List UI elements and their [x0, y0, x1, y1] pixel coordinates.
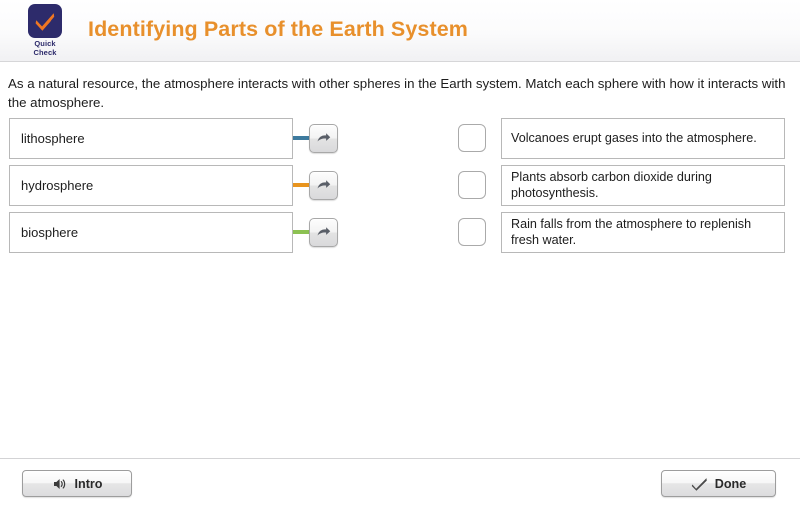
source-item-biosphere[interactable]: biosphere: [9, 212, 293, 253]
match-row: lithosphere Volcanoes erupt gases into t…: [0, 118, 800, 165]
app-header: Quick Check Identifying Parts of the Ear…: [0, 0, 800, 62]
source-item-label: hydrosphere: [21, 178, 94, 193]
connector-line-hydrosphere: [293, 183, 310, 187]
target-item-text: Plants absorb carbon dioxide during phot…: [511, 170, 712, 200]
page-title: Identifying Parts of the Earth System: [88, 17, 469, 41]
check-icon: [691, 477, 707, 491]
source-item-hydrosphere[interactable]: hydrosphere: [9, 165, 293, 206]
target-item-3[interactable]: Rain falls from the atmosphere to replen…: [501, 212, 785, 253]
quick-check-logo: Quick Check: [21, 4, 69, 57]
drop-target-3[interactable]: [458, 218, 486, 246]
arrow-right-icon: [317, 227, 331, 236]
speaker-icon: [53, 478, 65, 489]
logo-caption-line2: Check: [33, 48, 57, 57]
source-item-label: biosphere: [21, 225, 79, 240]
drag-arrow-button-lithosphere[interactable]: [309, 124, 338, 153]
target-item-text: Volcanoes erupt gases into the atmospher…: [511, 130, 757, 145]
match-row: hydrosphere Plants absorb carbon dioxide…: [0, 165, 800, 212]
match-row: biosphere Rain falls from the atmosphere…: [0, 212, 800, 259]
arrow-right-icon: [317, 133, 331, 142]
check-icon: [35, 13, 55, 31]
matching-exercise: lithosphere Volcanoes erupt gases into t…: [0, 118, 800, 259]
connector-line-biosphere: [293, 230, 310, 234]
drop-target-2[interactable]: [458, 171, 486, 199]
done-button-label: Done: [714, 476, 747, 491]
source-item-lithosphere[interactable]: lithosphere: [9, 118, 293, 159]
target-item-text: Rain falls from the atmosphere to replen…: [511, 217, 752, 247]
connector-line-lithosphere: [293, 136, 310, 140]
logo-tile: [28, 4, 62, 38]
logo-caption-line1: Quick: [34, 39, 56, 48]
drop-target-1[interactable]: [458, 124, 486, 152]
instruction-text: As a natural resource, the atmosphere in…: [8, 76, 786, 110]
intro-button[interactable]: Intro: [22, 470, 132, 497]
done-button[interactable]: Done: [661, 470, 776, 497]
intro-button-label: Intro: [74, 476, 103, 491]
footer-divider: [0, 458, 800, 459]
source-item-label: lithosphere: [21, 131, 85, 146]
drag-arrow-button-biosphere[interactable]: [309, 218, 338, 247]
arrow-right-icon: [317, 180, 331, 189]
drag-arrow-button-hydrosphere[interactable]: [309, 171, 338, 200]
target-item-1[interactable]: Volcanoes erupt gases into the atmospher…: [501, 118, 785, 159]
logo-caption: Quick Check: [21, 39, 69, 57]
target-item-2[interactable]: Plants absorb carbon dioxide during phot…: [501, 165, 785, 206]
